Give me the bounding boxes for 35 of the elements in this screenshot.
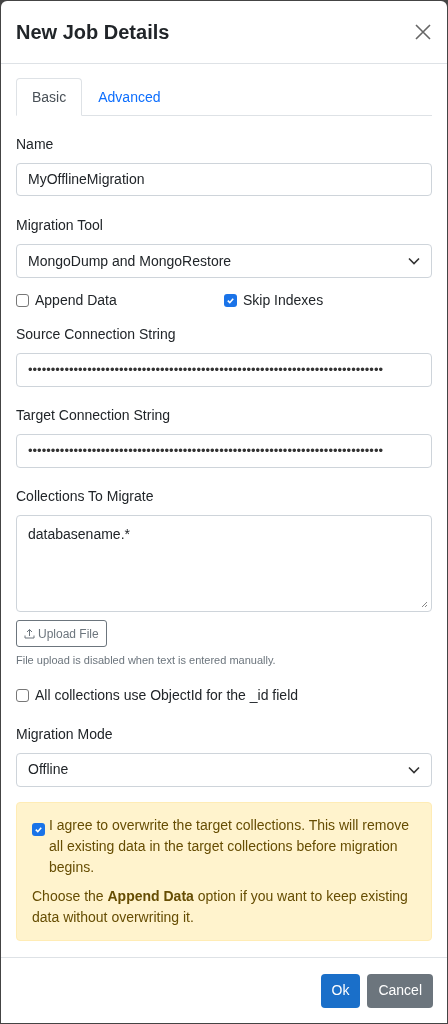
name-input[interactable]: MyOfflineMigration [16, 163, 432, 196]
chevron-down-icon [408, 765, 420, 774]
upload-file-button[interactable]: Upload File [16, 620, 107, 647]
checkbox[interactable] [224, 294, 237, 307]
tab[interactable]: Basic [16, 78, 83, 116]
checkbox[interactable] [32, 822, 45, 836]
field-label: Source Connection String [16, 325, 177, 344]
check-icon [226, 296, 235, 305]
ok-button[interactable]: Ok [320, 973, 361, 1008]
help-text: File upload is disabled when text is entered manually. [16, 653, 277, 668]
checkbox-label: Skip Indexes [243, 291, 324, 310]
chevron-down-icon [408, 257, 420, 265]
checkbox-label: Append Data [35, 291, 117, 310]
cancel-button[interactable]: Cancel [367, 973, 433, 1008]
upload-icon [24, 628, 35, 639]
field-label: Collections To Migrate [16, 487, 155, 506]
close-icon[interactable] [414, 23, 432, 41]
checkbox[interactable] [16, 294, 29, 307]
dialog-title: New Job Details [16, 20, 170, 45]
field-label: Migration Tool [16, 216, 104, 235]
field-label: Name [16, 135, 55, 154]
field-label: Migration Mode [16, 724, 114, 744]
checkbox-label: I agree to overwrite the target collections. This will remove all existing data in the target collections before migration begins. [49, 815, 410, 877]
check-icon [34, 824, 43, 834]
checkbox-label: All collections use ObjectId for the _id field [35, 685, 299, 705]
collections-textarea[interactable]: databasename.* [16, 515, 432, 612]
resize-handle-icon[interactable] [421, 601, 428, 608]
password-input[interactable]: •••••••••••••••••••••••••••••••••••••••••••••••••••••••••••••••••••••••••••••• [16, 353, 432, 387]
field-label: Target Connection String [16, 406, 172, 425]
warning-note: Choose the Append Data option if you want to keep existing data without overwriting it. [32, 886, 409, 927]
migration-mode-select[interactable]: Offline [16, 752, 432, 787]
checkbox[interactable] [16, 688, 29, 702]
password-input[interactable]: •••••••••••••••••••••••••••••••••••••••••••••••••••••••••••••••••••••••••••••• [16, 434, 432, 468]
migration-tool-select[interactable]: MongoDump and MongoRestore [16, 244, 432, 278]
tab[interactable]: Advanced [82, 78, 177, 116]
